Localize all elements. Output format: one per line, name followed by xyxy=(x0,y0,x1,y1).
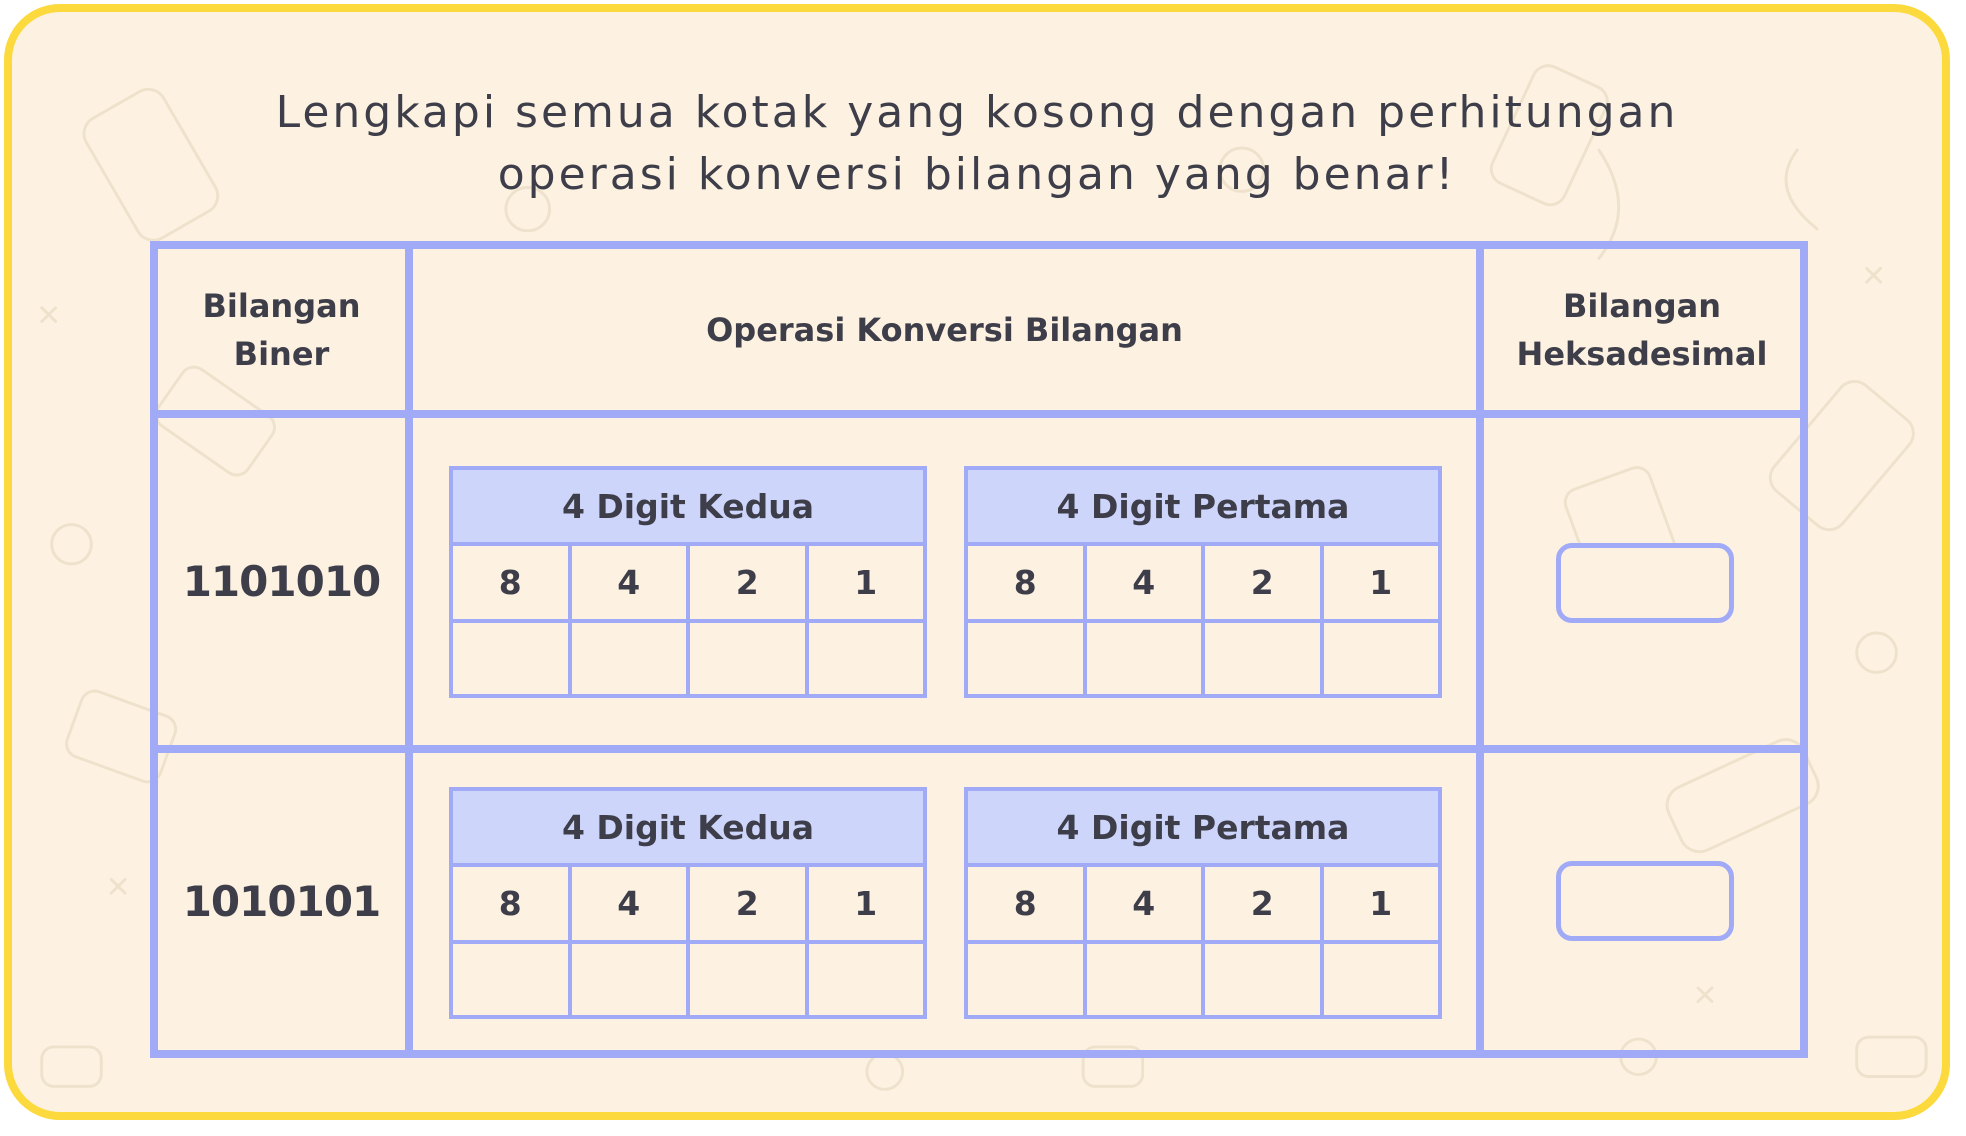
digit-group-first-row-2: 4 Digit Pertama 8 4 2 1 xyxy=(964,787,1442,1019)
digit-group-second-row-2: 4 Digit Kedua 8 4 2 1 xyxy=(449,787,927,1019)
digit-input-cell[interactable] xyxy=(809,944,924,1017)
digit-input-cell[interactable] xyxy=(809,623,924,696)
header-binary: Bilangan Biner xyxy=(158,249,405,410)
binary-value-row-1: 1101010 xyxy=(182,557,382,606)
weight-cell: 4 xyxy=(572,546,690,619)
weight-cell: 1 xyxy=(854,563,878,602)
digit-group-first-row-1: 4 Digit Pertama 8 4 2 1 xyxy=(964,466,1442,698)
answer-row xyxy=(453,944,923,1017)
weight-cell: 4 xyxy=(1087,546,1205,619)
digit-input-cell[interactable] xyxy=(1324,623,1439,696)
weight-cell: 2 xyxy=(1205,546,1324,619)
digit-group-title: 4 Digit Kedua xyxy=(453,791,923,867)
weight-cell: 8 xyxy=(453,867,572,940)
table-divider-row xyxy=(150,745,1808,753)
table-divider-col-2 xyxy=(1476,241,1484,1058)
digit-input-cell[interactable] xyxy=(1205,623,1324,696)
weight-cell: 1 xyxy=(1369,884,1393,923)
weight-cell: 4 xyxy=(1087,867,1205,940)
hex-answer-box-row-2[interactable] xyxy=(1556,861,1734,941)
digit-input-cell[interactable] xyxy=(1324,944,1439,1017)
weight-cell: 8 xyxy=(968,546,1087,619)
instruction-line-2: operasi konversi bilangan yang benar! xyxy=(497,149,1457,200)
instruction-title: Lengkapi semua kotak yang kosong dengan … xyxy=(12,82,1942,206)
header-binary-line-2: Biner xyxy=(233,334,330,373)
weight-cell: 1 xyxy=(854,884,878,923)
weight-cell: 8 xyxy=(453,546,572,619)
weights-row: 8 4 2 1 xyxy=(453,867,923,944)
digit-input-cell[interactable] xyxy=(1205,944,1324,1017)
digit-input-cell[interactable] xyxy=(690,944,809,1017)
weights-row: 8 4 2 1 xyxy=(453,546,923,623)
instruction-line-1: Lengkapi semua kotak yang kosong dengan … xyxy=(275,87,1679,138)
answer-row xyxy=(968,944,1438,1017)
digit-input-cell[interactable] xyxy=(1087,944,1205,1017)
digit-group-title: 4 Digit Pertama xyxy=(968,791,1438,867)
answer-row xyxy=(453,623,923,696)
digit-group-title: 4 Digit Pertama xyxy=(968,470,1438,546)
weights-row: 8 4 2 1 xyxy=(968,867,1438,944)
weight-cell: 2 xyxy=(690,867,809,940)
digit-input-cell[interactable] xyxy=(572,944,690,1017)
digit-input-cell[interactable] xyxy=(690,623,809,696)
weight-cell: 2 xyxy=(1205,867,1324,940)
digit-input-cell[interactable] xyxy=(453,944,572,1017)
digit-group-second-row-1: 4 Digit Kedua 8 4 2 1 xyxy=(449,466,927,698)
weights-row: 8 4 2 1 xyxy=(968,546,1438,623)
weight-cell: 2 xyxy=(690,546,809,619)
weight-cell: 8 xyxy=(968,867,1087,940)
binary-value-row-2: 1010101 xyxy=(182,877,382,926)
header-binary-line-1: Bilangan xyxy=(202,286,361,325)
weight-cell: 4 xyxy=(572,867,690,940)
header-hex-line-2: Heksadesimal xyxy=(1516,334,1768,373)
table-divider-header xyxy=(150,410,1808,418)
digit-group-title: 4 Digit Kedua xyxy=(453,470,923,546)
digit-input-cell[interactable] xyxy=(968,944,1087,1017)
header-operation: Operasi Konversi Bilangan xyxy=(706,310,1183,349)
hex-answer-box-row-1[interactable] xyxy=(1556,543,1734,623)
header-hex-line-1: Bilangan xyxy=(1563,286,1721,325)
header-hexadecimal: Bilangan Heksadesimal xyxy=(1484,249,1800,410)
weight-cell: 1 xyxy=(1369,563,1393,602)
digit-input-cell[interactable] xyxy=(572,623,690,696)
answer-row xyxy=(968,623,1438,696)
digit-input-cell[interactable] xyxy=(453,623,572,696)
table-divider-col-1 xyxy=(405,241,413,1058)
digit-input-cell[interactable] xyxy=(1087,623,1205,696)
digit-input-cell[interactable] xyxy=(968,623,1087,696)
